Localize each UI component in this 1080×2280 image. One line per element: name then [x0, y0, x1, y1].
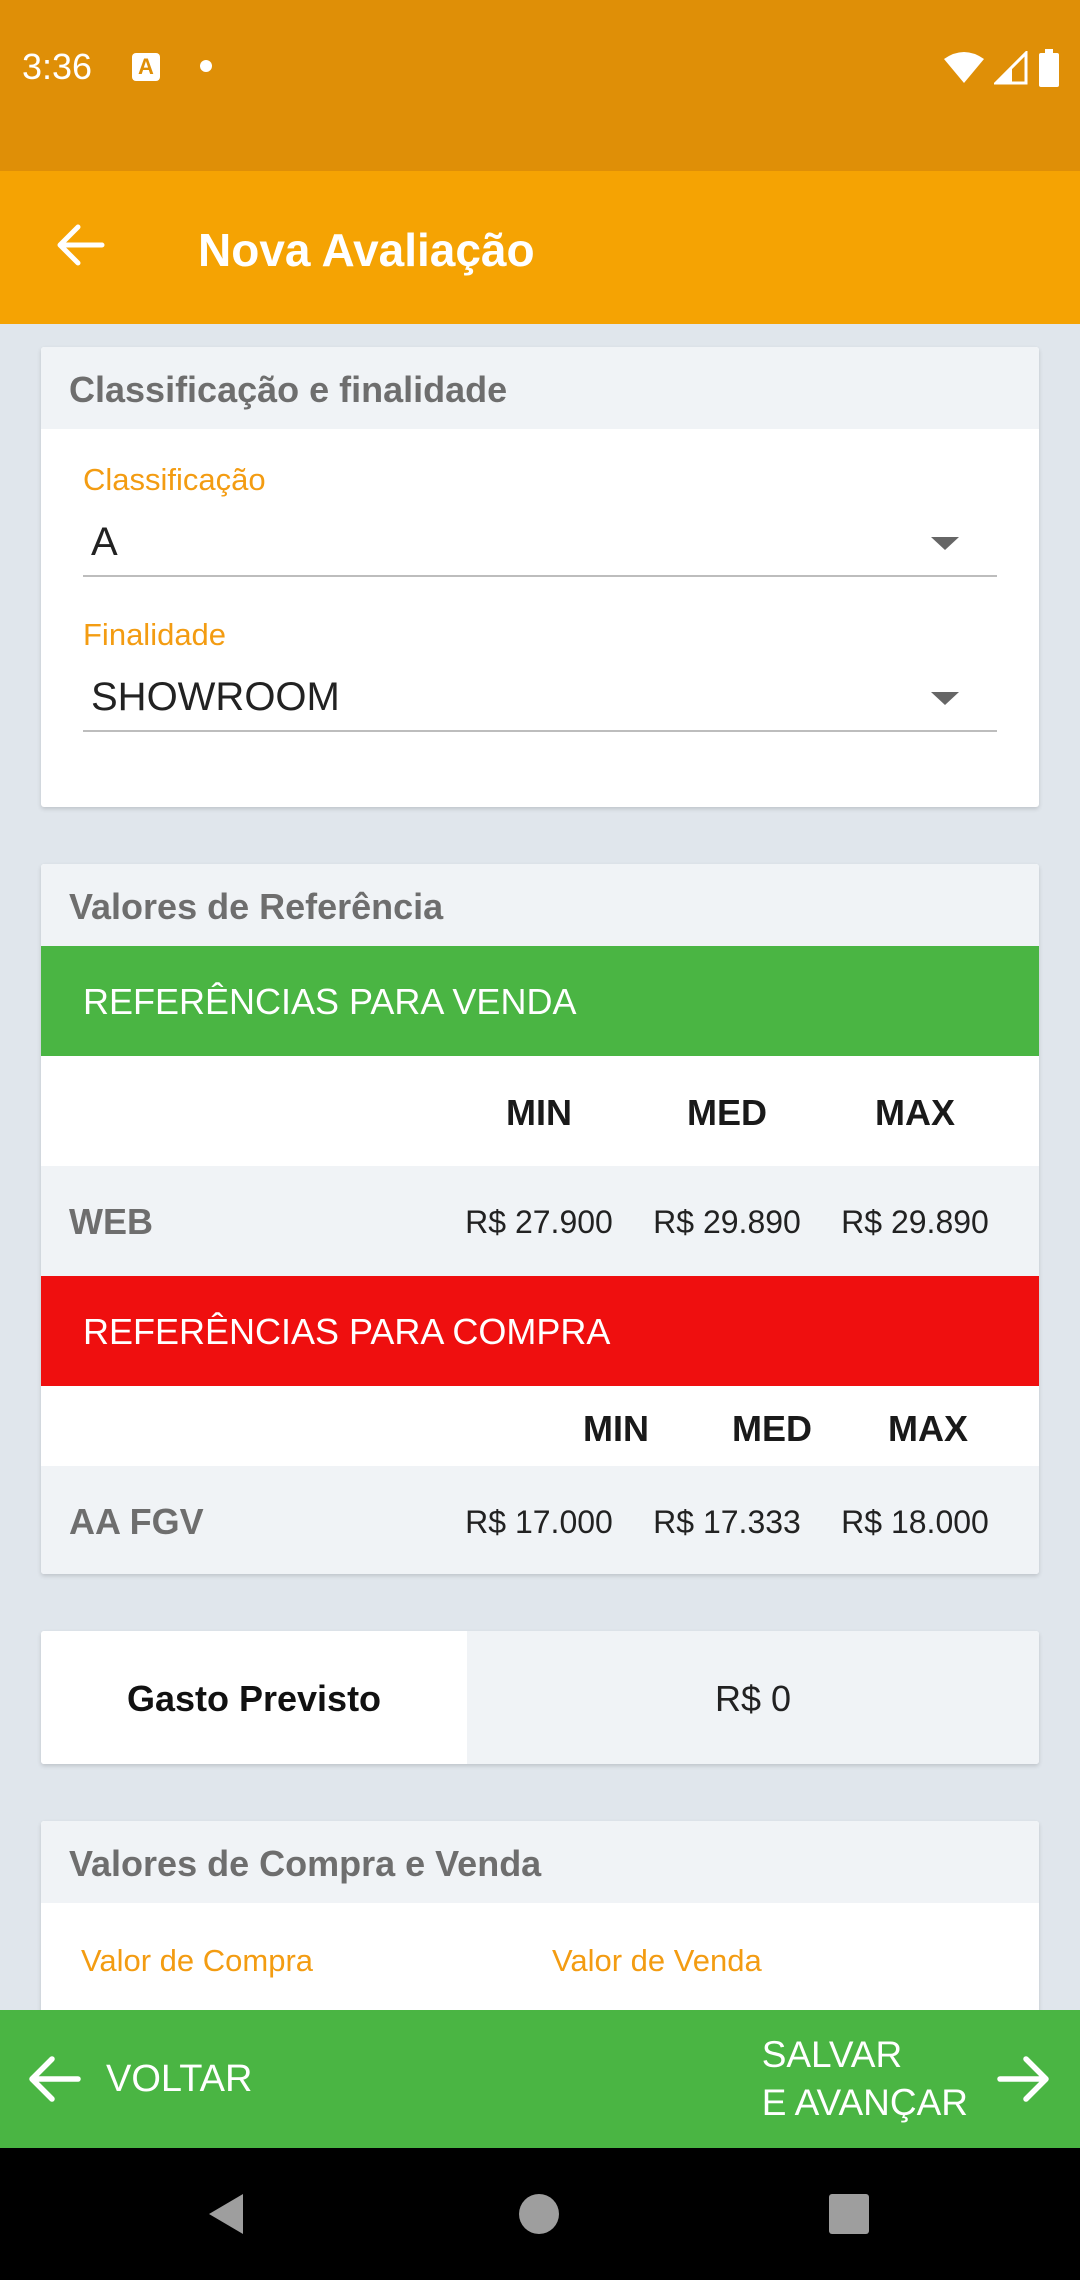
nav-back-icon[interactable]: [205, 2192, 245, 2236]
compra-venda-card-header: Valores de Compra e Venda: [41, 1821, 1039, 1903]
status-icons: [944, 48, 1060, 88]
compra-min-value: R$ 17.000: [465, 1504, 613, 1540]
compra-header-row: MIN MED MAX: [41, 1386, 1039, 1466]
classificacao-card-header: Classificação e finalidade: [41, 347, 1039, 429]
status-time: 3:36: [22, 46, 93, 87]
gasto-value: R$ 0: [467, 1631, 1039, 1764]
compra-col-med: MED: [732, 1408, 812, 1449]
venda-min-value: R$ 27.900: [465, 1204, 613, 1240]
action-bar: VOLTAR SALVAR E AVANÇAR: [0, 2010, 1080, 2148]
venda-col-min: MIN: [506, 1092, 572, 1133]
valor-compra-label[interactable]: Valor de Compra: [81, 1943, 313, 1979]
compra-max-value: R$ 18.000: [841, 1504, 989, 1540]
arrow-left-icon: [29, 2056, 81, 2102]
system-nav-bar: [0, 2148, 1080, 2280]
status-bar: 3:36 A: [0, 0, 1080, 171]
notification-dot-icon: [200, 60, 212, 72]
venda-col-med: MED: [687, 1092, 767, 1133]
page-title: Nova Avaliação: [198, 224, 535, 276]
chevron-down-icon: [931, 692, 959, 705]
arrow-right-icon: [997, 2056, 1049, 2102]
table-row: WEB R$ 27.900 R$ 29.890 R$ 29.890: [41, 1166, 1039, 1276]
venda-header-row: MIN MED MAX: [41, 1056, 1039, 1166]
classificacao-card: Classificação e finalidade Classificação…: [41, 347, 1039, 807]
classificacao-underline: [83, 575, 997, 577]
back-button-label: VOLTAR: [106, 2057, 253, 2100]
venda-row-label: WEB: [69, 1201, 153, 1242]
referencia-card: Valores de Referência REFERÊNCIAS PARA V…: [41, 864, 1039, 1574]
compra-venda-card: Valores de Compra e Venda Valor de Compr…: [41, 1821, 1039, 2021]
battery-icon: [1039, 49, 1059, 87]
save-label-line1: SALVAR: [761, 2034, 903, 2075]
nav-home-icon[interactable]: [517, 2192, 561, 2236]
finalidade-value: SHOWROOM: [91, 675, 340, 719]
venda-max-value: R$ 29.890: [841, 1204, 989, 1240]
venda-med-value: R$ 29.890: [653, 1204, 801, 1240]
finalidade-label: Finalidade: [83, 617, 227, 652]
table-row: AA FGV R$ 17.000 R$ 17.333 R$ 18.000: [41, 1466, 1039, 1574]
notification-app-icon: A: [132, 53, 160, 81]
chevron-down-icon: [931, 537, 959, 550]
compra-col-min: MIN: [583, 1408, 649, 1449]
back-button[interactable]: VOLTAR: [24, 2010, 252, 2148]
compra-col-max: MAX: [888, 1408, 968, 1449]
finalidade-select[interactable]: Finalidade SHOWROOM: [83, 617, 997, 737]
wifi-icon: [944, 52, 984, 83]
signal-icon: [994, 51, 1028, 85]
classificacao-select[interactable]: Classificação A: [83, 462, 997, 582]
compra-row-label: AA FGV: [69, 1501, 204, 1542]
referencia-card-header: Valores de Referência: [41, 864, 1039, 946]
venda-col-max: MAX: [875, 1092, 955, 1133]
finalidade-underline: [83, 730, 997, 732]
app-bar: Nova Avaliação: [0, 171, 1080, 324]
gasto-label: Gasto Previsto: [41, 1631, 467, 1764]
nav-recents-icon[interactable]: [829, 2194, 869, 2234]
compra-med-value: R$ 17.333: [653, 1504, 801, 1540]
compra-band: REFERÊNCIAS PARA COMPRA: [41, 1276, 1039, 1386]
save-button-label: SALVAR E AVANÇAR: [762, 2031, 968, 2127]
save-label-line2: E AVANÇAR: [761, 2082, 968, 2123]
classificacao-label: Classificação: [83, 462, 266, 497]
back-arrow-icon[interactable]: [52, 217, 108, 273]
save-and-next-button[interactable]: SALVAR E AVANÇAR: [762, 2010, 1054, 2148]
classificacao-value: A: [91, 520, 118, 564]
gasto-card: Gasto Previsto R$ 0: [41, 1631, 1039, 1764]
valor-venda-label[interactable]: Valor de Venda: [552, 1943, 762, 1979]
venda-band: REFERÊNCIAS PARA VENDA: [41, 946, 1039, 1056]
